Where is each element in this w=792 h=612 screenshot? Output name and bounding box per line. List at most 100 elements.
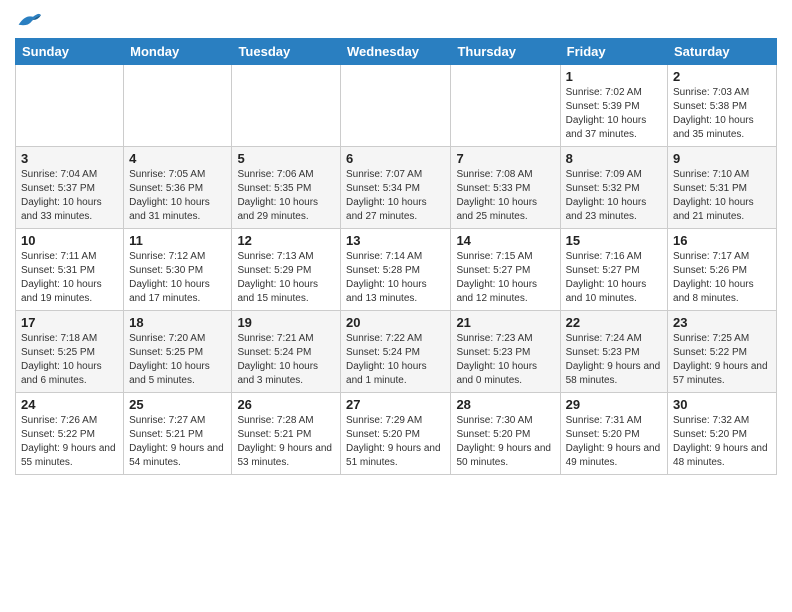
day-info: Sunrise: 7:12 AM Sunset: 5:30 PM Dayligh… bbox=[129, 250, 226, 306]
calendar-cell: 23 Sunrise: 7:25 AM Sunset: 5:22 PM Dayli… bbox=[668, 311, 777, 393]
calendar-cell: 14 Sunrise: 7:15 AM Sunset: 5:27 PM Dayli… bbox=[451, 229, 560, 311]
calendar-cell: 29Sunrise: 7:31 AM Sunset: 5:20 PM Dayli… bbox=[560, 393, 667, 475]
calendar-cell: 25 Sunrise: 7:27 AM Sunset: 5:21 PM Dayli… bbox=[124, 393, 232, 475]
calendar-cell: 16 Sunrise: 7:17 AM Sunset: 5:26 PM Dayli… bbox=[668, 229, 777, 311]
day-info: Sunrise: 7:17 AM Sunset: 5:26 PM Dayligh… bbox=[673, 250, 771, 306]
calendar-week-5: 24Sunrise: 7:26 AM Sunset: 5:22 PM Dayli… bbox=[16, 393, 777, 475]
page-header bbox=[15, 10, 777, 30]
calendar-cell: 10 Sunrise: 7:11 AM Sunset: 5:31 PM Dayli… bbox=[16, 229, 124, 311]
day-info: Sunrise: 7:08 AM Sunset: 5:33 PM Dayligh… bbox=[456, 168, 554, 224]
day-info: Sunrise: 7:18 AM Sunset: 5:25 PM Dayligh… bbox=[21, 332, 118, 388]
day-number: 21 bbox=[456, 315, 554, 330]
calendar-cell: 6 Sunrise: 7:07 AM Sunset: 5:34 PM Daylig… bbox=[341, 147, 451, 229]
day-number: 5 bbox=[237, 151, 335, 166]
calendar-cell bbox=[124, 65, 232, 147]
day-number: 1 bbox=[566, 69, 662, 84]
calendar-cell: 3Sunrise: 7:04 AM Sunset: 5:37 PM Daylig… bbox=[16, 147, 124, 229]
calendar-cell: 8 Sunrise: 7:09 AM Sunset: 5:32 PM Daylig… bbox=[560, 147, 667, 229]
day-info: Sunrise: 7:26 AM Sunset: 5:22 PM Dayligh… bbox=[21, 414, 118, 470]
day-number: 7 bbox=[456, 151, 554, 166]
day-info: Sunrise: 7:16 AM Sunset: 5:27 PM Dayligh… bbox=[566, 250, 662, 306]
calendar-cell: 9 Sunrise: 7:10 AM Sunset: 5:31 PM Daylig… bbox=[668, 147, 777, 229]
day-info: Sunrise: 7:30 AM Sunset: 5:20 PM Dayligh… bbox=[456, 414, 554, 470]
calendar-cell: 17Sunrise: 7:18 AM Sunset: 5:25 PM Dayli… bbox=[16, 311, 124, 393]
day-number: 15 bbox=[566, 233, 662, 248]
day-info: Sunrise: 7:15 AM Sunset: 5:27 PM Dayligh… bbox=[456, 250, 554, 306]
calendar-cell: 26 Sunrise: 7:28 AM Sunset: 5:21 PM Dayli… bbox=[232, 393, 341, 475]
day-info: Sunrise: 7:29 AM Sunset: 5:20 PM Dayligh… bbox=[346, 414, 445, 470]
calendar-week-2: 3Sunrise: 7:04 AM Sunset: 5:37 PM Daylig… bbox=[16, 147, 777, 229]
calendar-week-4: 17Sunrise: 7:18 AM Sunset: 5:25 PM Dayli… bbox=[16, 311, 777, 393]
logo bbox=[15, 10, 41, 30]
calendar-cell: 11 Sunrise: 7:12 AM Sunset: 5:30 PM Dayli… bbox=[124, 229, 232, 311]
calendar-cell: 1 Sunrise: 7:02 AM Sunset: 5:39 PM Daylig… bbox=[560, 65, 667, 147]
calendar-cell bbox=[451, 65, 560, 147]
day-info: Sunrise: 7:20 AM Sunset: 5:25 PM Dayligh… bbox=[129, 332, 226, 388]
page-container: SundayMondayTuesdayWednesdayThursdayFrid… bbox=[0, 0, 792, 485]
calendar-cell: 27 Sunrise: 7:29 AM Sunset: 5:20 PM Dayli… bbox=[341, 393, 451, 475]
calendar-cell bbox=[232, 65, 341, 147]
calendar-header-tuesday: Tuesday bbox=[232, 39, 341, 65]
day-info: Sunrise: 7:03 AM Sunset: 5:38 PM Dayligh… bbox=[673, 86, 771, 142]
day-number: 18 bbox=[129, 315, 226, 330]
day-number: 8 bbox=[566, 151, 662, 166]
day-number: 27 bbox=[346, 397, 445, 412]
day-info: Sunrise: 7:11 AM Sunset: 5:31 PM Dayligh… bbox=[21, 250, 118, 306]
day-number: 14 bbox=[456, 233, 554, 248]
calendar-cell: 24Sunrise: 7:26 AM Sunset: 5:22 PM Dayli… bbox=[16, 393, 124, 475]
day-info: Sunrise: 7:28 AM Sunset: 5:21 PM Dayligh… bbox=[237, 414, 335, 470]
day-info: Sunrise: 7:07 AM Sunset: 5:34 PM Dayligh… bbox=[346, 168, 445, 224]
calendar-cell: 7 Sunrise: 7:08 AM Sunset: 5:33 PM Daylig… bbox=[451, 147, 560, 229]
day-number: 22 bbox=[566, 315, 662, 330]
calendar-cell: 12 Sunrise: 7:13 AM Sunset: 5:29 PM Dayli… bbox=[232, 229, 341, 311]
calendar-cell: 19 Sunrise: 7:21 AM Sunset: 5:24 PM Dayli… bbox=[232, 311, 341, 393]
calendar-header-sunday: Sunday bbox=[16, 39, 124, 65]
day-number: 13 bbox=[346, 233, 445, 248]
day-number: 19 bbox=[237, 315, 335, 330]
day-number: 11 bbox=[129, 233, 226, 248]
day-number: 28 bbox=[456, 397, 554, 412]
calendar-cell bbox=[16, 65, 124, 147]
day-info: Sunrise: 7:25 AM Sunset: 5:22 PM Dayligh… bbox=[673, 332, 771, 388]
day-number: 2 bbox=[673, 69, 771, 84]
calendar-cell: 28 Sunrise: 7:30 AM Sunset: 5:20 PM Dayli… bbox=[451, 393, 560, 475]
day-info: Sunrise: 7:09 AM Sunset: 5:32 PM Dayligh… bbox=[566, 168, 662, 224]
day-info: Sunrise: 7:22 AM Sunset: 5:24 PM Dayligh… bbox=[346, 332, 445, 388]
calendar-header-monday: Monday bbox=[124, 39, 232, 65]
day-info: Sunrise: 7:02 AM Sunset: 5:39 PM Dayligh… bbox=[566, 86, 662, 142]
calendar-cell: 22 Sunrise: 7:24 AM Sunset: 5:23 PM Dayli… bbox=[560, 311, 667, 393]
day-number: 12 bbox=[237, 233, 335, 248]
day-number: 10 bbox=[21, 233, 118, 248]
calendar-cell: 13 Sunrise: 7:14 AM Sunset: 5:28 PM Dayli… bbox=[341, 229, 451, 311]
day-number: 26 bbox=[237, 397, 335, 412]
day-info: Sunrise: 7:24 AM Sunset: 5:23 PM Dayligh… bbox=[566, 332, 662, 388]
calendar-cell: 5 Sunrise: 7:06 AM Sunset: 5:35 PM Daylig… bbox=[232, 147, 341, 229]
calendar-header-wednesday: Wednesday bbox=[341, 39, 451, 65]
calendar-header-thursday: Thursday bbox=[451, 39, 560, 65]
calendar-cell: 2 Sunrise: 7:03 AM Sunset: 5:38 PM Daylig… bbox=[668, 65, 777, 147]
day-number: 20 bbox=[346, 315, 445, 330]
day-info: Sunrise: 7:14 AM Sunset: 5:28 PM Dayligh… bbox=[346, 250, 445, 306]
day-number: 6 bbox=[346, 151, 445, 166]
day-number: 16 bbox=[673, 233, 771, 248]
day-info: Sunrise: 7:31 AM Sunset: 5:20 PM Dayligh… bbox=[566, 414, 662, 470]
calendar-cell: 4Sunrise: 7:05 AM Sunset: 5:36 PM Daylig… bbox=[124, 147, 232, 229]
day-number: 25 bbox=[129, 397, 226, 412]
day-info: Sunrise: 7:05 AM Sunset: 5:36 PM Dayligh… bbox=[129, 168, 226, 224]
day-info: Sunrise: 7:21 AM Sunset: 5:24 PM Dayligh… bbox=[237, 332, 335, 388]
calendar-week-3: 10 Sunrise: 7:11 AM Sunset: 5:31 PM Dayli… bbox=[16, 229, 777, 311]
calendar-header-saturday: Saturday bbox=[668, 39, 777, 65]
day-info: Sunrise: 7:04 AM Sunset: 5:37 PM Dayligh… bbox=[21, 168, 118, 224]
day-number: 23 bbox=[673, 315, 771, 330]
day-info: Sunrise: 7:13 AM Sunset: 5:29 PM Dayligh… bbox=[237, 250, 335, 306]
day-info: Sunrise: 7:27 AM Sunset: 5:21 PM Dayligh… bbox=[129, 414, 226, 470]
calendar-cell: 18 Sunrise: 7:20 AM Sunset: 5:25 PM Dayli… bbox=[124, 311, 232, 393]
day-number: 9 bbox=[673, 151, 771, 166]
day-number: 30 bbox=[673, 397, 771, 412]
day-info: Sunrise: 7:10 AM Sunset: 5:31 PM Dayligh… bbox=[673, 168, 771, 224]
calendar-cell bbox=[341, 65, 451, 147]
day-info: Sunrise: 7:06 AM Sunset: 5:35 PM Dayligh… bbox=[237, 168, 335, 224]
calendar-cell: 15 Sunrise: 7:16 AM Sunset: 5:27 PM Dayli… bbox=[560, 229, 667, 311]
calendar-cell: 21Sunrise: 7:23 AM Sunset: 5:23 PM Dayli… bbox=[451, 311, 560, 393]
calendar-table: SundayMondayTuesdayWednesdayThursdayFrid… bbox=[15, 38, 777, 475]
